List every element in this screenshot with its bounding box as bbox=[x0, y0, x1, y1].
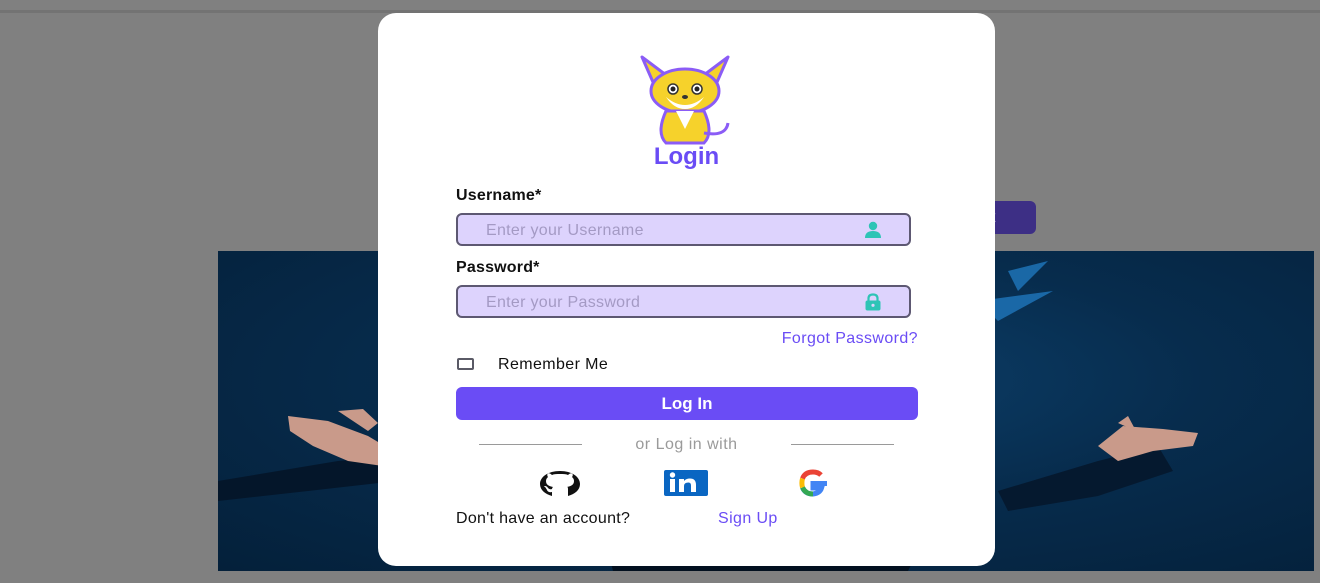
login-title: Login bbox=[653, 143, 720, 170]
login-modal: Login Username* Password* Forgot Passwor… bbox=[378, 13, 995, 566]
user-icon bbox=[865, 221, 881, 238]
signup-link[interactable]: Sign Up bbox=[718, 510, 778, 528]
password-field[interactable] bbox=[456, 285, 911, 318]
remember-me-label[interactable]: Remember Me bbox=[498, 356, 608, 374]
linkedin-icon[interactable] bbox=[663, 467, 709, 499]
username-input[interactable] bbox=[484, 215, 858, 246]
password-input[interactable] bbox=[484, 287, 858, 318]
forgot-password-link[interactable]: Forgot Password? bbox=[728, 330, 918, 348]
divider-text: or Log in with bbox=[635, 436, 738, 453]
username-label: Username* bbox=[456, 187, 542, 204]
remember-me-checkbox[interactable] bbox=[457, 358, 474, 370]
login-button[interactable]: Log In bbox=[456, 387, 918, 420]
github-icon[interactable] bbox=[536, 467, 584, 499]
lock-icon bbox=[865, 293, 881, 311]
signup-prompt: Don't have an account? bbox=[456, 510, 631, 527]
google-icon[interactable] bbox=[789, 467, 835, 499]
password-label: Password* bbox=[456, 259, 540, 276]
username-field[interactable] bbox=[456, 213, 911, 246]
fox-mascot-logo bbox=[640, 55, 730, 145]
divider-right bbox=[791, 444, 894, 445]
